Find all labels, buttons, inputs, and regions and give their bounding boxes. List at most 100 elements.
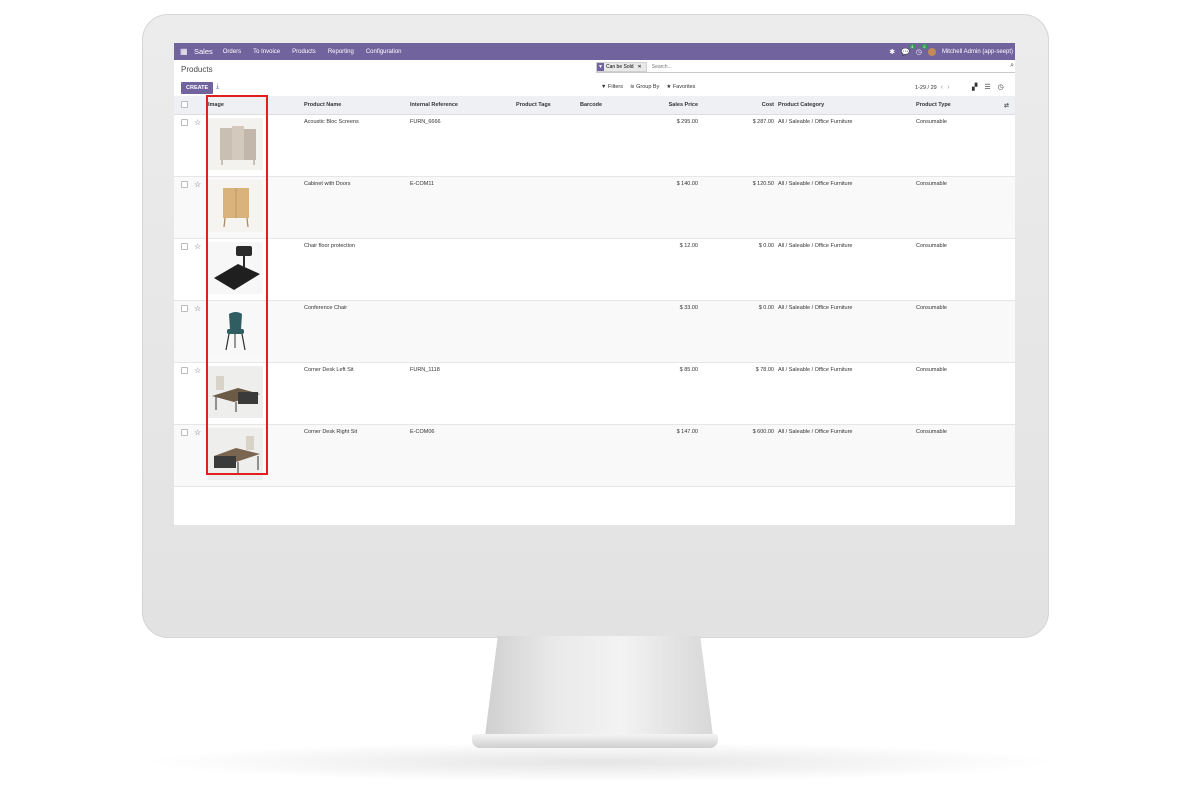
kanban-view-icon[interactable]: ▞ <box>972 83 977 91</box>
row-checkbox[interactable] <box>181 119 188 126</box>
select-all-checkbox[interactable] <box>181 100 188 108</box>
header-cost[interactable]: Cost <box>700 96 776 115</box>
header-product-category[interactable]: Product Category <box>776 96 914 115</box>
product-type: Consumable <box>914 114 998 177</box>
chat-icon[interactable]: 💬 4 <box>901 43 915 56</box>
image-cell <box>206 300 302 363</box>
header-product-tags[interactable]: Product Tags <box>514 96 578 115</box>
barcode <box>578 362 622 425</box>
app-menu-icon[interactable]: ▦ <box>180 47 192 56</box>
optional-columns-icon[interactable]: ⇄ <box>998 96 1015 115</box>
row-spacer <box>998 176 1015 239</box>
barcode <box>578 300 622 363</box>
table-row[interactable]: ☆ Chair floor protection $ 12.00 $ 0.00 … <box>174 238 1015 301</box>
favorite-cell: ☆ <box>192 424 206 487</box>
product-name: Chair floor protection <box>302 238 408 301</box>
filter-facet-icon: ▼ <box>597 63 604 71</box>
row-select-cell <box>174 300 192 363</box>
product-tags <box>514 114 578 177</box>
funnel-icon: ▼ <box>601 84 607 90</box>
menu-reporting[interactable]: Reporting <box>328 49 354 55</box>
search-input[interactable] <box>649 63 774 71</box>
cost: $ 600.00 <box>700 424 776 487</box>
header-barcode[interactable]: Barcode <box>578 96 622 115</box>
search-icon[interactable]: ⌕ <box>1010 62 1014 70</box>
pager-value[interactable]: 1-29 / 29 <box>915 85 937 91</box>
facet-label: Can be Sold <box>606 64 634 70</box>
avatar[interactable] <box>927 47 936 56</box>
header-image[interactable]: Image <box>206 96 302 115</box>
favorite-star-icon[interactable]: ☆ <box>194 118 201 127</box>
search-bar: ▼ Can be Sold ✕ ⌕ <box>596 62 1015 73</box>
image-cell <box>206 424 302 487</box>
table-row[interactable]: ☆ Conference Chair $ 33.00 $ 0.00 All / … <box>174 300 1015 363</box>
cost: $ 120.50 <box>700 176 776 239</box>
table-row[interactable]: ☆ Corner Desk Left Sit FURN_1118 $ 85.00 <box>174 362 1015 425</box>
row-select-cell <box>174 424 192 487</box>
create-button[interactable]: CREATE <box>181 82 214 94</box>
favorite-star-icon[interactable]: ☆ <box>194 428 201 437</box>
product-image <box>208 180 263 232</box>
control-panel: Products ▼ Can be Sold ✕ ⌕ CREATE ⤓ ▼ Fi… <box>174 60 1015 96</box>
header-internal-reference[interactable]: Internal Reference <box>408 96 514 115</box>
app-name[interactable]: Sales <box>194 47 213 56</box>
row-checkbox[interactable] <box>181 367 188 374</box>
pager: 1-29 / 29 ‹ › <box>915 84 949 91</box>
group-by-button[interactable]: ≋ Group By <box>630 84 659 90</box>
download-icon[interactable]: ⤓ <box>216 83 219 91</box>
table-row[interactable]: ☆ Cabinet with Doors E-COM11 $ 140.00 $ … <box>174 176 1015 239</box>
row-checkbox[interactable] <box>181 243 188 250</box>
product-image <box>208 242 263 294</box>
favorite-cell: ☆ <box>192 362 206 425</box>
user-menu[interactable]: Mitchell Admin (app-seept) <box>942 49 1013 55</box>
table-row[interactable]: ☆ Acoustic Bloc Screens FURN_6666 $ 295.… <box>174 114 1015 177</box>
row-checkbox[interactable] <box>181 429 188 436</box>
header-sales-price[interactable]: Sales Price <box>622 96 700 115</box>
header-product-type[interactable]: Product Type <box>914 96 998 115</box>
internal-reference: FURN_1118 <box>408 362 514 425</box>
pager-next-icon[interactable]: › <box>947 84 949 91</box>
favorite-header <box>192 96 206 115</box>
row-checkbox[interactable] <box>181 181 188 188</box>
screen: ▦ Sales Orders To Invoice Products Repor… <box>174 43 1015 525</box>
bug-icon[interactable]: ✱ <box>889 48 895 56</box>
product-tags <box>514 176 578 239</box>
menu-to-invoice[interactable]: To Invoice <box>253 49 280 55</box>
product-type: Consumable <box>914 424 998 487</box>
internal-reference: E-COM06 <box>408 424 514 487</box>
row-checkbox[interactable] <box>181 305 188 312</box>
activity-view-icon[interactable]: ◷ <box>998 83 1004 91</box>
list-view-icon[interactable]: ☰ <box>984 83 990 91</box>
image-cell <box>206 362 302 425</box>
favorite-star-icon[interactable]: ☆ <box>194 180 201 189</box>
row-spacer <box>998 238 1015 301</box>
barcode <box>578 424 622 487</box>
facet-remove-icon[interactable]: ✕ <box>636 64 644 70</box>
row-spacer <box>998 114 1015 177</box>
filters-button[interactable]: ▼ Filters <box>601 84 623 90</box>
favorites-button[interactable]: ★ Favorites <box>666 84 695 90</box>
header-product-name[interactable]: Product Name <box>302 96 408 115</box>
activity-clock-icon[interactable]: ◷ 2 <box>916 43 927 56</box>
product-name: Corner Desk Right Sit <box>302 424 408 487</box>
menu-configuration[interactable]: Configuration <box>366 49 402 55</box>
pager-prev-icon[interactable]: ‹ <box>941 84 943 91</box>
product-image <box>208 428 263 480</box>
search-options: ▼ Filters ≋ Group By ★ Favorites <box>601 84 695 90</box>
favorite-star-icon[interactable]: ☆ <box>194 242 201 251</box>
cost: $ 0.00 <box>700 238 776 301</box>
chat-badge: 4 <box>909 43 915 49</box>
sales-price: $ 12.00 <box>622 238 700 301</box>
product-category: All / Saleable / Office Furniture <box>776 114 914 177</box>
menu-orders[interactable]: Orders <box>223 49 241 55</box>
menu-products[interactable]: Products <box>292 49 316 55</box>
internal-reference: FURN_6666 <box>408 114 514 177</box>
favorites-label: Favorites <box>672 84 696 90</box>
row-spacer <box>998 424 1015 487</box>
favorite-star-icon[interactable]: ☆ <box>194 304 201 313</box>
product-image <box>208 304 263 356</box>
search-facet[interactable]: ▼ Can be Sold ✕ <box>596 62 647 72</box>
table-row[interactable]: ☆ Corner Desk Right Sit E-COM06 $ 147.00 <box>174 424 1015 487</box>
barcode <box>578 238 622 301</box>
favorite-star-icon[interactable]: ☆ <box>194 366 201 375</box>
